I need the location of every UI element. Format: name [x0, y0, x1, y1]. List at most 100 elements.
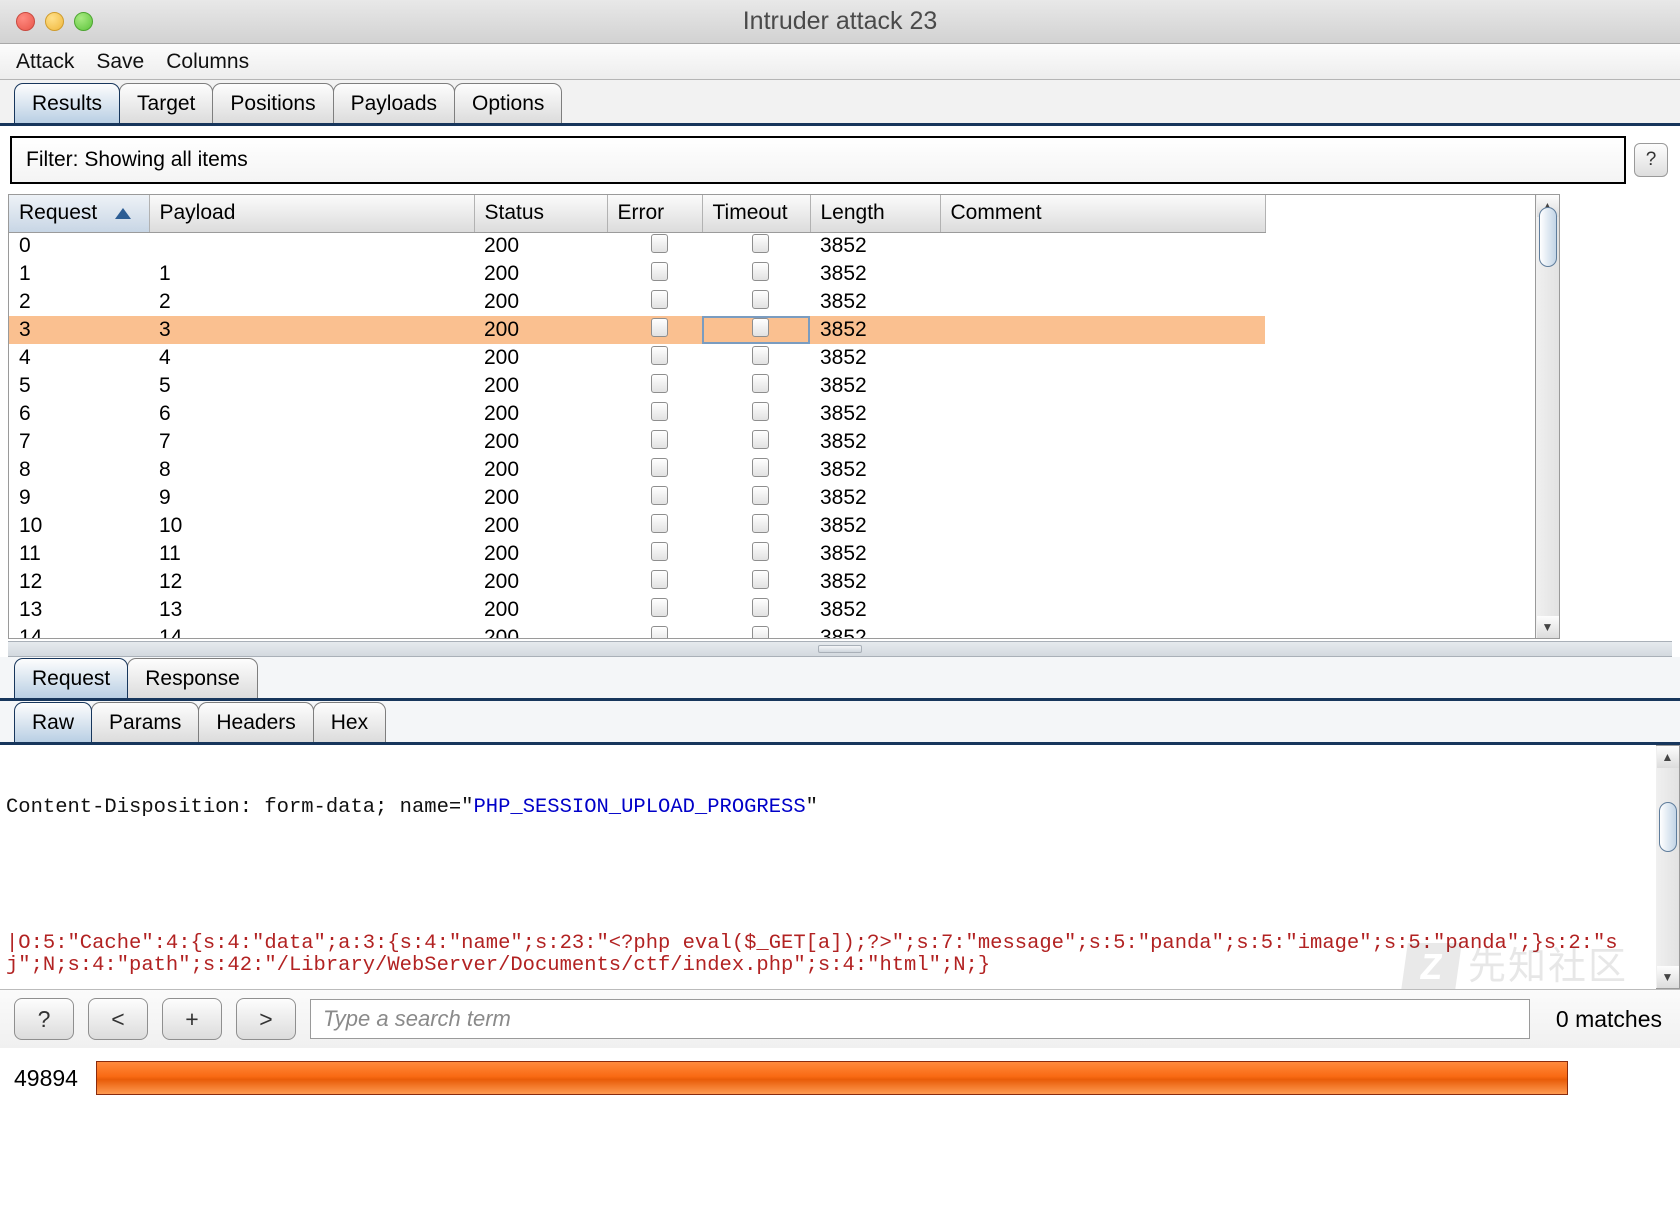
menu-item-attack[interactable]: Attack — [16, 50, 74, 74]
tab-headers[interactable]: Headers — [198, 702, 314, 742]
checkbox-icon[interactable] — [752, 373, 769, 393]
checkbox-icon[interactable] — [650, 597, 668, 617]
search-help-icon[interactable]: ? — [14, 998, 74, 1040]
column-header-length[interactable]: Length — [810, 195, 941, 233]
tab-hex[interactable]: Hex — [312, 702, 387, 742]
tab-params[interactable]: Params — [91, 702, 200, 742]
cell-error-checkbox[interactable] — [607, 428, 702, 456]
cell-error-checkbox[interactable] — [607, 624, 702, 638]
tab-results[interactable]: Results — [14, 83, 121, 123]
results-table-viewport[interactable]: Request Payload Status Error Timeout Len… — [8, 194, 1536, 639]
cell-error-checkbox[interactable] — [607, 344, 702, 372]
checkbox-icon[interactable] — [752, 429, 769, 449]
raw-vertical-scrollbar[interactable]: ▲ ▼ — [1656, 745, 1680, 989]
tab-raw[interactable]: Raw — [14, 702, 93, 742]
cell-timeout-checkbox[interactable] — [702, 540, 810, 568]
checkbox-icon[interactable] — [650, 625, 668, 638]
table-row[interactable]: 11 11 200 3852 — [9, 540, 1265, 568]
checkbox-icon[interactable] — [752, 569, 769, 589]
checkbox-icon[interactable] — [650, 317, 668, 337]
table-row[interactable]: 0 200 3852 — [9, 232, 1265, 260]
cell-timeout-checkbox[interactable] — [702, 456, 810, 484]
checkbox-icon[interactable] — [752, 289, 769, 309]
checkbox-icon[interactable] — [752, 317, 769, 337]
cell-timeout-checkbox[interactable] — [702, 568, 810, 596]
table-row[interactable]: 5 5 200 3852 — [9, 372, 1265, 400]
cell-timeout-checkbox[interactable] — [702, 624, 810, 638]
checkbox-icon[interactable] — [650, 373, 668, 393]
table-row[interactable]: 10 10 200 3852 — [9, 512, 1265, 540]
tab-positions[interactable]: Positions — [212, 83, 334, 123]
tab-payloads[interactable]: Payloads — [332, 83, 456, 123]
cell-error-checkbox[interactable] — [607, 512, 702, 540]
cell-timeout-checkbox[interactable] — [702, 344, 810, 372]
table-row[interactable]: 4 4 200 3852 — [9, 344, 1265, 372]
checkbox-icon[interactable] — [650, 289, 668, 309]
checkbox-icon[interactable] — [752, 401, 769, 421]
checkbox-icon[interactable] — [650, 485, 668, 505]
cell-error-checkbox[interactable] — [607, 596, 702, 624]
checkbox-icon[interactable] — [650, 429, 668, 449]
checkbox-icon[interactable] — [752, 625, 769, 638]
table-row[interactable]: 8 8 200 3852 — [9, 456, 1265, 484]
cell-error-checkbox[interactable] — [607, 568, 702, 596]
checkbox-icon[interactable] — [752, 485, 769, 505]
table-row[interactable]: 14 14 200 3852 — [9, 624, 1265, 638]
table-row[interactable]: 6 6 200 3852 — [9, 400, 1265, 428]
search-add-button[interactable]: + — [162, 998, 222, 1040]
cell-timeout-checkbox[interactable] — [702, 232, 810, 260]
raw-scroll-up-arrow-icon[interactable]: ▲ — [1656, 746, 1679, 768]
checkbox-icon[interactable] — [650, 345, 668, 365]
panel-splitter[interactable] — [8, 641, 1672, 657]
table-row[interactable]: 2 2 200 3852 — [9, 288, 1265, 316]
cell-error-checkbox[interactable] — [607, 540, 702, 568]
cell-error-checkbox[interactable] — [607, 288, 702, 316]
checkbox-icon[interactable] — [752, 233, 769, 253]
cell-timeout-checkbox[interactable] — [702, 596, 810, 624]
search-prev-button[interactable]: < — [88, 998, 148, 1040]
cell-timeout-checkbox[interactable] — [702, 400, 810, 428]
cell-timeout-checkbox[interactable] — [702, 260, 810, 288]
table-row[interactable]: 7 7 200 3852 — [9, 428, 1265, 456]
tab-target[interactable]: Target — [119, 83, 214, 123]
checkbox-icon[interactable] — [752, 513, 769, 533]
cell-error-checkbox[interactable] — [607, 232, 702, 260]
checkbox-icon[interactable] — [650, 569, 668, 589]
filter-help-icon[interactable]: ? — [1634, 143, 1668, 177]
checkbox-icon[interactable] — [650, 401, 668, 421]
cell-timeout-checkbox[interactable] — [702, 288, 810, 316]
table-row[interactable]: 13 13 200 3852 — [9, 596, 1265, 624]
search-input[interactable]: Type a search term — [310, 999, 1530, 1039]
raw-scroll-down-arrow-icon[interactable]: ▼ — [1656, 966, 1679, 988]
results-vertical-scrollbar[interactable]: ▲ ▼ — [1536, 194, 1560, 639]
column-header-timeout[interactable]: Timeout — [702, 195, 811, 233]
results-scroll-thumb[interactable] — [1538, 206, 1557, 267]
raw-message-text[interactable]: Content-Disposition: form-data; name="PH… — [0, 745, 1656, 989]
checkbox-icon[interactable] — [752, 541, 769, 561]
cell-timeout-checkbox[interactable] — [702, 512, 810, 540]
results-table-body[interactable]: 0 200 3852 1 1 200 3852 2 2 200 3852 3 3 200 3852 4 4 200… — [9, 232, 1265, 638]
cell-error-checkbox[interactable] — [607, 456, 702, 484]
checkbox-icon[interactable] — [650, 513, 668, 533]
cell-timeout-checkbox[interactable] — [702, 484, 810, 512]
cell-error-checkbox[interactable] — [607, 372, 702, 400]
column-header-error[interactable]: Error — [607, 195, 703, 233]
cell-error-checkbox[interactable] — [607, 316, 702, 344]
table-row[interactable]: 3 3 200 3852 — [9, 316, 1265, 344]
checkbox-icon[interactable] — [650, 541, 668, 561]
menu-item-columns[interactable]: Columns — [166, 50, 249, 74]
table-row[interactable]: 1 1 200 3852 — [9, 260, 1265, 288]
column-header-payload[interactable]: Payload — [149, 195, 475, 233]
splitter-grip[interactable] — [818, 645, 862, 653]
checkbox-icon[interactable] — [752, 261, 769, 281]
cell-error-checkbox[interactable] — [607, 260, 702, 288]
tab-options[interactable]: Options — [454, 83, 563, 123]
cell-error-checkbox[interactable] — [607, 484, 702, 512]
tab-response[interactable]: Response — [127, 658, 258, 698]
checkbox-icon[interactable] — [752, 597, 769, 617]
checkbox-icon[interactable] — [650, 457, 668, 477]
checkbox-icon[interactable] — [650, 233, 668, 253]
menu-item-save[interactable]: Save — [96, 50, 144, 74]
column-header-request[interactable]: Request — [9, 195, 150, 233]
checkbox-icon[interactable] — [752, 345, 769, 365]
